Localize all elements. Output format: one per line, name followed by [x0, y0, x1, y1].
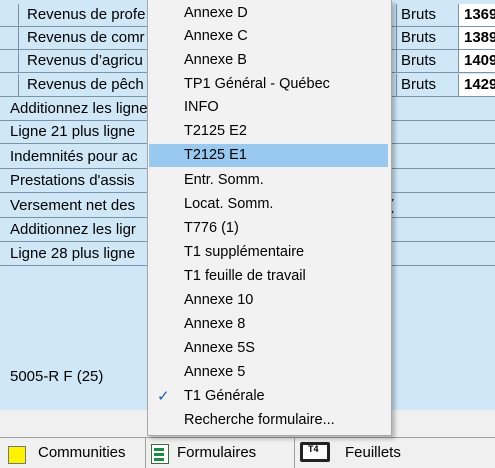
checkmark-icon: ✓ [157, 388, 170, 405]
menu-item-t1-supplementaire[interactable]: T1 supplémentaire [149, 241, 388, 264]
menu-item-label: T776 (1) [184, 220, 239, 236]
forms-icon [151, 444, 169, 464]
menu-item-label: Recherche formulaire... [184, 412, 335, 428]
menu-item-label: Annexe 5S [184, 340, 255, 356]
forms-dropdown-menu: Annexe D Annexe C Annexe B TP1 Général -… [147, 0, 392, 436]
menu-item-label: Annexe 8 [184, 316, 246, 332]
tab-label: Feuillets [345, 444, 401, 461]
menu-item-recherche-formulaire[interactable]: Recherche formulaire... [149, 409, 388, 432]
yellow-square-icon [8, 446, 26, 464]
menu-item-info[interactable]: INFO [149, 96, 388, 119]
menu-item-label: Annexe 5 [184, 364, 246, 380]
menu-item-t1-generale[interactable]: ✓ T1 Générale [149, 385, 388, 408]
menu-item-label: T2125 E1 [184, 147, 247, 163]
menu-item-annexe-5s[interactable]: Annexe 5S [149, 337, 388, 360]
slips-icon [300, 442, 330, 462]
menu-item-t2125-e1[interactable]: T2125 E1 [149, 144, 388, 167]
menu-item-t776[interactable]: T776 (1) [149, 217, 388, 240]
row-type: Bruts [396, 4, 463, 26]
row-code[interactable]: 1389 [458, 27, 495, 49]
row-type: Bruts [396, 50, 463, 72]
menu-item-label: T1 feuille de travail [184, 268, 306, 284]
row-type: Bruts [396, 27, 463, 49]
menu-item-t2125-e2[interactable]: T2125 E2 [149, 120, 388, 143]
menu-item-label: Annexe B [184, 52, 247, 68]
tab-strip: Communities Formulaires Feuillets [0, 437, 495, 468]
menu-item-annexe-c[interactable]: Annexe C [149, 25, 388, 48]
row-code[interactable]: 1409 [458, 50, 495, 72]
menu-item-label: Annexe 10 [184, 292, 254, 308]
row-code[interactable]: 1369 [458, 4, 495, 26]
menu-item-annexe-b[interactable]: Annexe B [149, 49, 388, 72]
menu-item-t1-feuille-de-travail[interactable]: T1 feuille de travail [149, 265, 388, 288]
menu-item-entr-somm[interactable]: Entr. Somm. [149, 169, 388, 192]
tab-formulaires[interactable]: Formulaires [146, 438, 295, 468]
menu-item-label: Entr. Somm. [184, 172, 264, 188]
menu-item-annexe-d[interactable]: Annexe D [149, 2, 388, 25]
menu-item-label: T1 Générale [184, 388, 265, 404]
menu-item-label: INFO [184, 99, 219, 115]
tab-label: Formulaires [177, 444, 257, 461]
menu-item-annexe-10[interactable]: Annexe 10 [149, 289, 388, 312]
row-code[interactable]: 1429 [458, 74, 495, 96]
menu-item-label: Locat. Somm. [184, 196, 274, 212]
tab-feuillets[interactable]: Feuillets [295, 438, 494, 468]
menu-item-annexe-8[interactable]: Annexe 8 [149, 313, 388, 336]
tab-communities[interactable]: Communities [0, 438, 146, 468]
menu-item-label: Annexe D [184, 5, 248, 21]
menu-item-label: Annexe C [184, 28, 248, 44]
menu-item-label: TP1 Général - Québec [184, 76, 330, 92]
menu-item-locat-somm[interactable]: Locat. Somm. [149, 193, 388, 216]
tab-label: Communities [38, 444, 126, 461]
row-type: Bruts [396, 74, 463, 96]
menu-item-tp1-general-quebec[interactable]: TP1 Général - Québec [149, 73, 388, 96]
form-code-label: 5005-R F (25) [10, 368, 104, 385]
menu-item-label: T1 supplémentaire [184, 244, 305, 260]
menu-item-annexe-5[interactable]: Annexe 5 [149, 361, 388, 384]
menu-item-label: T2125 E2 [184, 123, 247, 139]
